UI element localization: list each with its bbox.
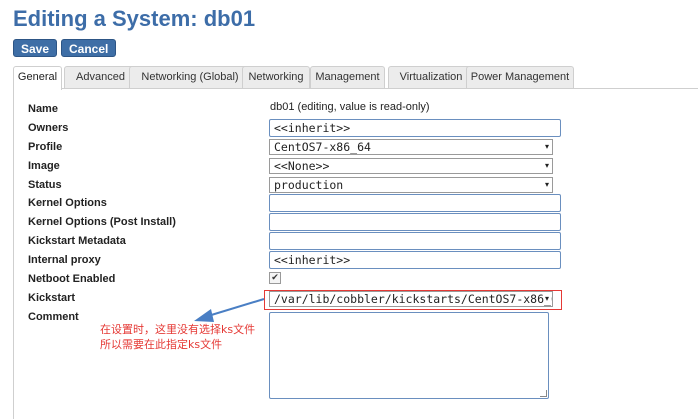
tab-general[interactable]: General (13, 66, 62, 90)
annotation-line-2: 所以需要在此指定ks文件 (100, 338, 223, 351)
annotation-line-1: 在设置时，这里没有选择ks文件 (100, 323, 256, 336)
